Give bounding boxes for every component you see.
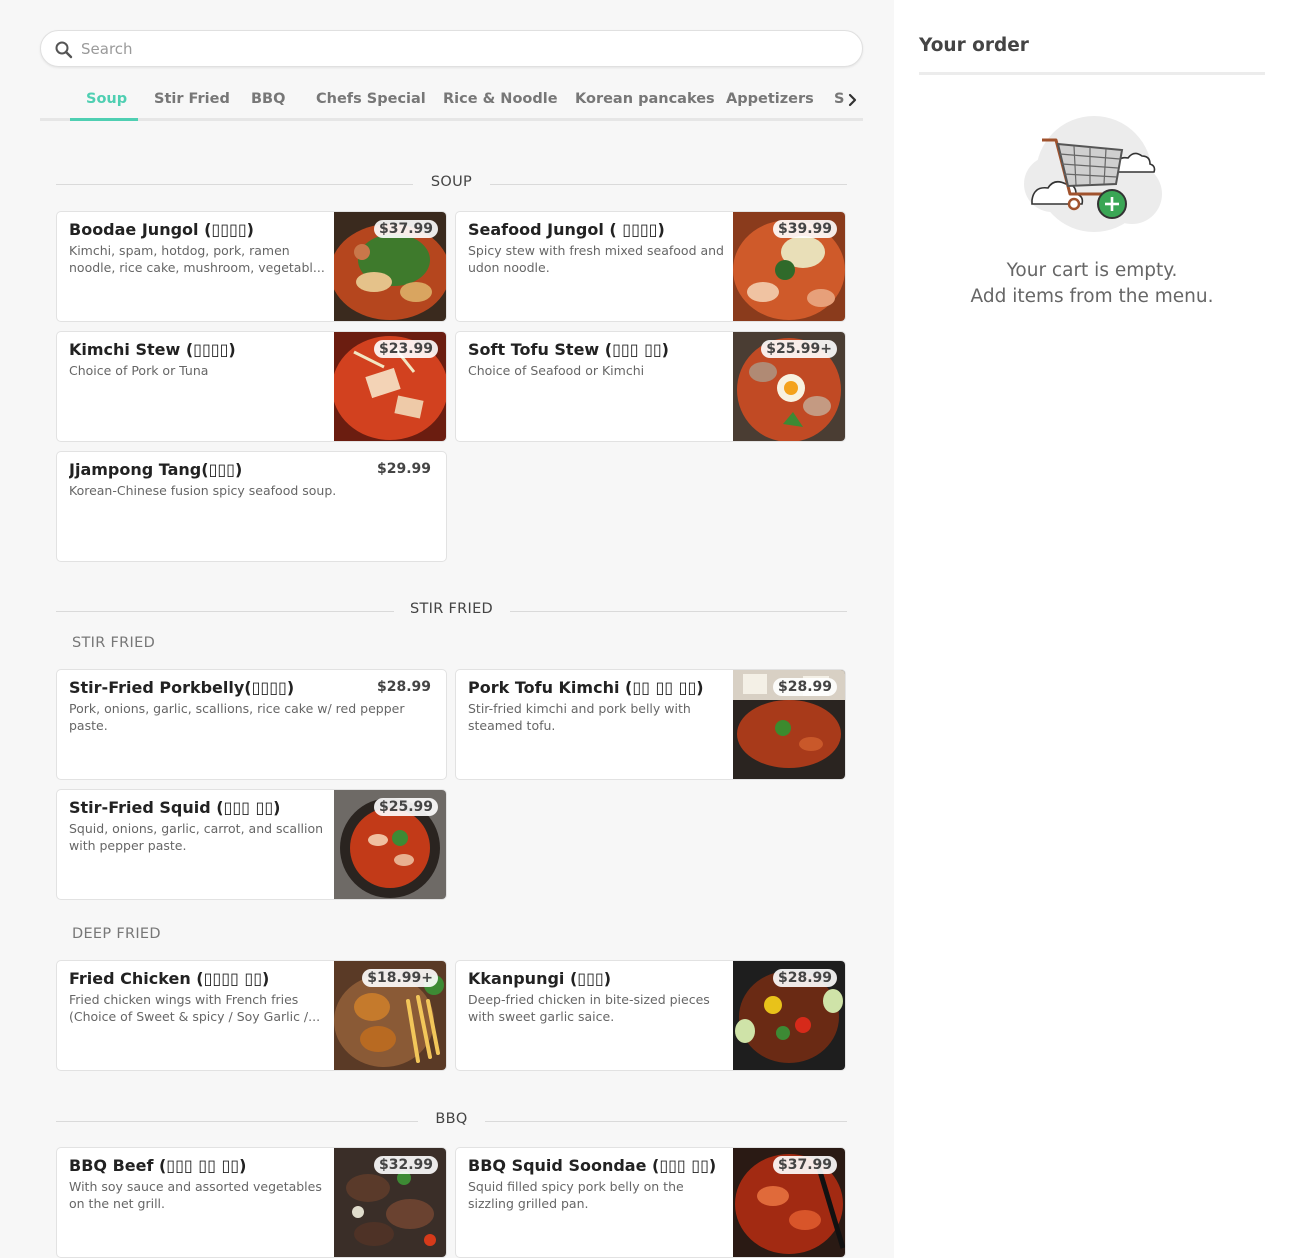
item-name: Kimchi Stew (▯▯▯▯) [69, 340, 236, 359]
empty-cart-message: Your cart is empty. Add items from the m… [919, 258, 1265, 310]
order-title: Your order [919, 35, 1029, 56]
item-name: Fried Chicken (▯▯▯▯ ▯▯) [69, 969, 270, 988]
item-description: Deep-fried chicken in bite-sized pieces … [468, 992, 710, 1024]
menu-item-card[interactable]: Seafood Jungol ( ▯▯▯▯) Spicy stew with f… [455, 211, 846, 322]
tab-chefs-special[interactable]: Chefs Special [316, 91, 426, 107]
item-description: Choice of Pork or Tuna [69, 363, 209, 378]
item-price: $25.99 [373, 798, 438, 816]
subsection-title: STIR FRIED [72, 635, 156, 651]
menu-panel: Soup Stir Fried BBQ Chefs Special Rice &… [0, 0, 894, 1258]
item-description: Korean-Chinese fusion spicy seafood soup… [69, 483, 337, 498]
chevron-right-icon[interactable] [846, 90, 860, 110]
menu-item-card[interactable]: BBQ Beef (▯▯▯ ▯▯ ▯▯) With soy sauce and … [56, 1147, 447, 1258]
item-name: Kkanpungi (▯▯▯) [468, 969, 612, 988]
tab-rice-noodle[interactable]: Rice & Noodle [443, 91, 558, 107]
menu-item-card[interactable]: Fried Chicken (▯▯▯▯ ▯▯) Fried chicken wi… [56, 960, 447, 1071]
divider [919, 72, 1265, 75]
item-price: $28.99 [376, 679, 431, 695]
item-description: Squid, onions, garlic, carrot, and scall… [69, 821, 324, 853]
item-price: $32.99 [373, 1156, 438, 1174]
item-price: $37.99 [373, 220, 438, 238]
item-name: BBQ Squid Soondae (▯▯▯ ▯▯) [468, 1156, 717, 1175]
item-price: $28.99 [772, 969, 837, 987]
menu-item-card[interactable]: BBQ Squid Soondae (▯▯▯ ▯▯) Squid filled … [455, 1147, 846, 1258]
item-price: $29.99 [376, 461, 431, 477]
menu-item-card[interactable]: Kkanpungi (▯▯▯) Deep-fried chicken in bi… [455, 960, 846, 1071]
section-title: STIR FRIED [409, 601, 494, 617]
menu-item-card[interactable]: Soft Tofu Stew (▯▯▯ ▯▯) Choice of Seafoo… [455, 331, 846, 442]
search-icon [55, 41, 73, 59]
tab-soup[interactable]: Soup [86, 91, 127, 107]
section-title: BBQ [435, 1111, 468, 1127]
menu-item-card[interactable]: Jjampong Tang(▯▯▯) Korean-Chinese fusion… [56, 451, 447, 562]
item-description: Spicy stew with fresh mixed seafood and … [468, 243, 724, 275]
item-name: BBQ Beef (▯▯▯ ▯▯ ▯▯) [69, 1156, 247, 1175]
item-price: $25.99+ [761, 340, 837, 358]
subsection-title: DEEP FRIED [72, 926, 161, 942]
item-name: Boodae Jungol (▯▯▯▯) [69, 220, 254, 239]
search-bar[interactable] [40, 30, 863, 67]
item-description: Kimchi, spam, hotdog, pork, ramen noodle… [69, 243, 325, 275]
active-tab-indicator [70, 118, 138, 121]
menu-item-card[interactable]: Stir-Fried Porkbelly(▯▯▯▯) Pork, onions,… [56, 669, 447, 780]
item-name: Seafood Jungol ( ▯▯▯▯) [468, 220, 665, 239]
menu-item-card[interactable]: Kimchi Stew (▯▯▯▯) Choice of Pork or Tun… [56, 331, 447, 442]
item-price: $37.99 [772, 1156, 837, 1174]
tab-appetizers[interactable]: Appetizers [726, 91, 814, 107]
item-price: $23.99 [373, 340, 438, 358]
item-description: Pork, onions, garlic, scallions, rice ca… [69, 701, 405, 733]
section-header-stir-fried: STIR FRIED [56, 601, 847, 621]
item-description: Stir-fried kimchi and pork belly with st… [468, 701, 691, 733]
item-description: Squid filled spicy pork belly on the siz… [468, 1179, 684, 1211]
search-input[interactable] [81, 31, 841, 66]
empty-cart-line-2: Add items from the menu. [970, 286, 1214, 307]
empty-cart-line-1: Your cart is empty. [1006, 260, 1178, 281]
order-panel: Your order Your cart is empty. Add items… [894, 0, 1290, 1258]
item-description: Choice of Seafood or Kimchi [468, 363, 645, 378]
item-price: $28.99 [772, 678, 837, 696]
item-name: Pork Tofu Kimchi (▯▯ ▯▯ ▯▯) [468, 678, 704, 697]
item-price: $39.99 [772, 220, 837, 238]
item-name: Stir-Fried Porkbelly(▯▯▯▯) [69, 678, 295, 697]
section-title: SOUP [430, 174, 473, 190]
item-description: With soy sauce and assorted vegetables o… [69, 1179, 322, 1211]
menu-item-card[interactable]: Boodae Jungol (▯▯▯▯) Kimchi, spam, hotdo… [56, 211, 447, 322]
category-tabs: Soup Stir Fried BBQ Chefs Special Rice &… [40, 84, 863, 121]
empty-cart-icon [1024, 116, 1162, 232]
section-header-soup: SOUP [56, 174, 847, 194]
item-name: Jjampong Tang(▯▯▯) [69, 460, 243, 479]
tab-overflow[interactable]: S [834, 91, 844, 107]
item-price: $18.99+ [362, 969, 438, 987]
tab-bbq[interactable]: BBQ [251, 91, 285, 107]
menu-item-card[interactable]: Stir-Fried Squid (▯▯▯ ▯▯) Squid, onions,… [56, 789, 447, 900]
tab-stir-fried[interactable]: Stir Fried [154, 91, 230, 107]
item-name: Stir-Fried Squid (▯▯▯ ▯▯) [69, 798, 281, 817]
menu-item-card[interactable]: Pork Tofu Kimchi (▯▯ ▯▯ ▯▯) Stir-fried k… [455, 669, 846, 780]
item-description: Fried chicken wings with French fries (C… [69, 992, 321, 1024]
tab-korean-pancakes[interactable]: Korean pancakes [575, 91, 715, 107]
item-name: Soft Tofu Stew (▯▯▯ ▯▯) [468, 340, 669, 359]
section-header-bbq: BBQ [56, 1111, 847, 1131]
